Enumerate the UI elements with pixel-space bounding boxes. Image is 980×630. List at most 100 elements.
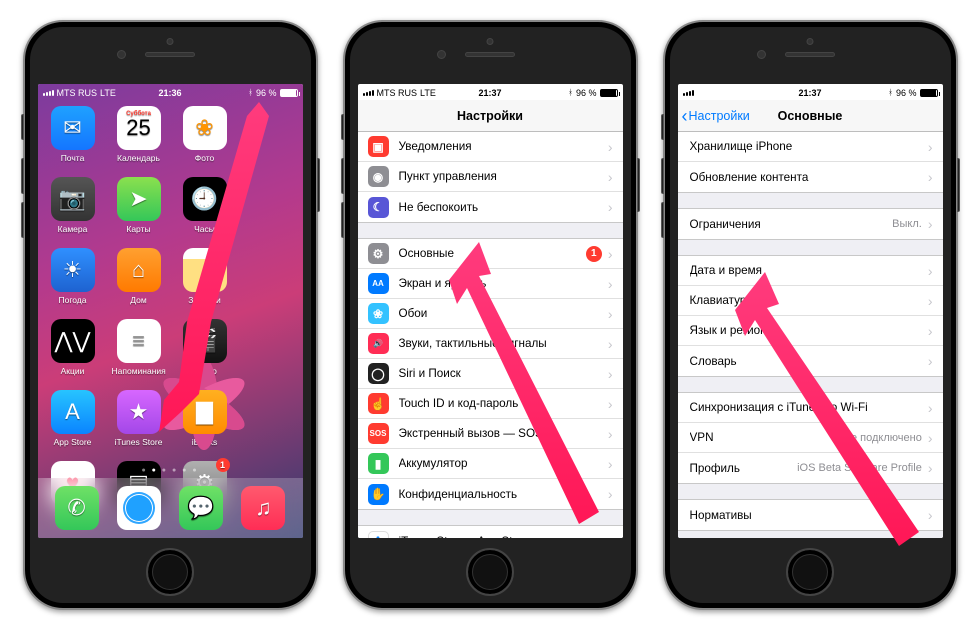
- app-заметки[interactable]: Заметки: [178, 248, 232, 305]
- app-ibooks[interactable]: ▇iBooks: [178, 390, 232, 447]
- app-дом[interactable]: ⌂Дом: [112, 248, 166, 305]
- AA-icon: AA: [368, 273, 389, 294]
- row-touch-id-и-код-пароль[interactable]: ☝Touch ID и код-пароль›: [358, 389, 623, 419]
- row-хранилище-iphone[interactable]: Хранилище iPhone›: [678, 132, 943, 162]
- SOS-icon: SOS: [368, 423, 389, 444]
- chevron-right-icon: ›: [608, 426, 613, 442]
- app-фото[interactable]: ❀Фото: [178, 106, 232, 163]
- chevron-right-icon: ›: [928, 507, 933, 523]
- row-основные[interactable]: ⚙Основные1›: [358, 239, 623, 269]
- general-list[interactable]: Хранилище iPhone›Обновление контента› Огр…: [678, 132, 943, 538]
- chevron-right-icon: ›: [608, 276, 613, 292]
- ☾-icon: ☾: [368, 197, 389, 218]
- row-словарь[interactable]: Словарь›: [678, 346, 943, 376]
- row-язык-и-регион[interactable]: Язык и регион›: [678, 316, 943, 346]
- status-time: 21:36: [38, 88, 303, 98]
- chevron-right-icon: ›: [928, 353, 933, 369]
- row-нормативы[interactable]: Нормативы›: [678, 500, 943, 530]
- status-time: 21:37: [358, 88, 623, 98]
- ✋-icon: ✋: [368, 484, 389, 505]
- status-bar: 21:37 ᚼ96 %: [678, 84, 943, 100]
- chevron-right-icon: ›: [608, 139, 613, 155]
- chevron-right-icon: ›: [928, 400, 933, 416]
- app-grid: ✉ПочтаСуббота25Календарь❀Фото 📷Камера➤Кар…: [38, 100, 303, 518]
- row-звуки-тактильные-сигналы[interactable]: 🔊Звуки, тактильные сигналы›: [358, 329, 623, 359]
- home-button[interactable]: [786, 548, 834, 596]
- dock-app-телефон[interactable]: ✆: [50, 486, 104, 530]
- app-почта[interactable]: ✉Почта: [46, 106, 100, 163]
- chevron-right-icon: ›: [928, 293, 933, 309]
- chevron-right-icon: ›: [928, 323, 933, 339]
- row-обновление-контента[interactable]: Обновление контента›: [678, 162, 943, 192]
- nav-back[interactable]: ‹Настройки: [682, 109, 750, 123]
- chevron-right-icon: ›: [608, 486, 613, 502]
- row-siri-и-поиск[interactable]: ◯Siri и Поиск›: [358, 359, 623, 389]
- chevron-right-icon: ›: [608, 246, 613, 262]
- phone-settings-general: 21:37 ᚼ96 % ‹Настройки Основные Хранилищ…: [663, 20, 958, 610]
- home-wallpaper: MTS RUSLTE 21:36 ᚼ96 % ✉ПочтаСуб: [38, 84, 303, 538]
- row-экстренный-вызов-sos[interactable]: SOSЭкстренный вызов — SOS›: [358, 419, 623, 449]
- row-обои[interactable]: ❀Обои›: [358, 299, 623, 329]
- row-vpn[interactable]: VPNНе подключено›: [678, 423, 943, 453]
- app-календарь[interactable]: Суббота25Календарь: [112, 106, 166, 163]
- row-ограничения[interactable]: ОграниченияВыкл.›: [678, 209, 943, 239]
- status-bar: MTS RUSLTE 21:36 ᚼ96 %: [38, 84, 303, 100]
- dock-app-музыка[interactable]: ♫: [236, 486, 290, 530]
- chevron-right-icon: ›: [928, 169, 933, 185]
- row-пункт-управления[interactable]: ◉Пункт управления›: [358, 162, 623, 192]
- row-аккумулятор[interactable]: ▮Аккумулятор›: [358, 449, 623, 479]
- app-погода[interactable]: ☀Погода: [46, 248, 100, 305]
- row-дата-и-время[interactable]: Дата и время›: [678, 256, 943, 286]
- ⚙-icon: ⚙: [368, 243, 389, 264]
- status-bar: MTS RUSLTE 21:37 ᚼ96 %: [358, 84, 623, 100]
- chevron-left-icon: ‹: [682, 110, 688, 122]
- A-icon: A: [368, 531, 389, 539]
- row-конфиденциальность[interactable]: ✋Конфиденциальность›: [358, 479, 623, 509]
- row-не-беспокоить[interactable]: ☾Не беспокоить›: [358, 192, 623, 222]
- 🔊-icon: 🔊: [368, 333, 389, 354]
- status-time: 21:37: [678, 88, 943, 98]
- ◯-icon: ◯: [368, 363, 389, 384]
- chevron-right-icon: ›: [608, 199, 613, 215]
- chevron-right-icon: ›: [608, 169, 613, 185]
- dock-app-сообщения[interactable]: 💬: [174, 486, 228, 530]
- chevron-right-icon: ›: [928, 263, 933, 279]
- page-dots: ● ● ● ● ● ●: [38, 467, 303, 474]
- app-карты[interactable]: ➤Карты: [112, 177, 166, 234]
- row-itunes-store-и-app-store[interactable]: AiTunes Store и App Store›: [358, 526, 623, 538]
- row-синхронизация-с-itunes-по-wi-fi[interactable]: Синхронизация с iTunes по Wi-Fi›: [678, 393, 943, 423]
- ☝-icon: ☝: [368, 393, 389, 414]
- settings-list[interactable]: ▣Уведомления›◉Пункт управления›☾Не беспо…: [358, 132, 623, 538]
- app-напоминания[interactable]: ≡Напоминания: [112, 319, 166, 376]
- ▣-icon: ▣: [368, 136, 389, 157]
- app-камера[interactable]: 📷Камера: [46, 177, 100, 234]
- app-app store[interactable]: AApp Store: [46, 390, 100, 447]
- chevron-right-icon: ›: [608, 366, 613, 382]
- phone-homescreen: MTS RUSLTE 21:36 ᚼ96 % ✉ПочтаСуб: [23, 20, 318, 610]
- chevron-right-icon: ›: [608, 533, 613, 538]
- ◉-icon: ◉: [368, 166, 389, 187]
- chevron-right-icon: ›: [608, 396, 613, 412]
- app-видео[interactable]: 🎬Видео: [178, 319, 232, 376]
- app-акции[interactable]: ⋀⋁Акции: [46, 319, 100, 376]
- navbar-title: Основные: [778, 109, 843, 123]
- navbar: ‹Настройки Основные: [678, 100, 943, 132]
- row-профиль[interactable]: ПрофильiOS Beta Software Profile›: [678, 453, 943, 483]
- app-часы[interactable]: 🕘Часы: [178, 177, 232, 234]
- row-клавиатура[interactable]: Клавиатура›: [678, 286, 943, 316]
- navbar: Настройки: [358, 100, 623, 132]
- home-button[interactable]: [146, 548, 194, 596]
- dock-app-safari[interactable]: [112, 486, 166, 530]
- row-уведомления[interactable]: ▣Уведомления›: [358, 132, 623, 162]
- phone-settings-root: MTS RUSLTE 21:37 ᚼ96 % Настройки ▣Уведом…: [343, 20, 638, 610]
- home-button[interactable]: [466, 548, 514, 596]
- chevron-right-icon: ›: [928, 460, 933, 476]
- ❀-icon: ❀: [368, 303, 389, 324]
- app-itunes store[interactable]: ★iTunes Store: [112, 390, 166, 447]
- dock: ✆ 💬♫: [38, 478, 303, 538]
- row-экран-и-яркость[interactable]: AAЭкран и яркость›: [358, 269, 623, 299]
- ▮-icon: ▮: [368, 453, 389, 474]
- chevron-right-icon: ›: [608, 306, 613, 322]
- chevron-right-icon: ›: [928, 216, 933, 232]
- chevron-right-icon: ›: [608, 456, 613, 472]
